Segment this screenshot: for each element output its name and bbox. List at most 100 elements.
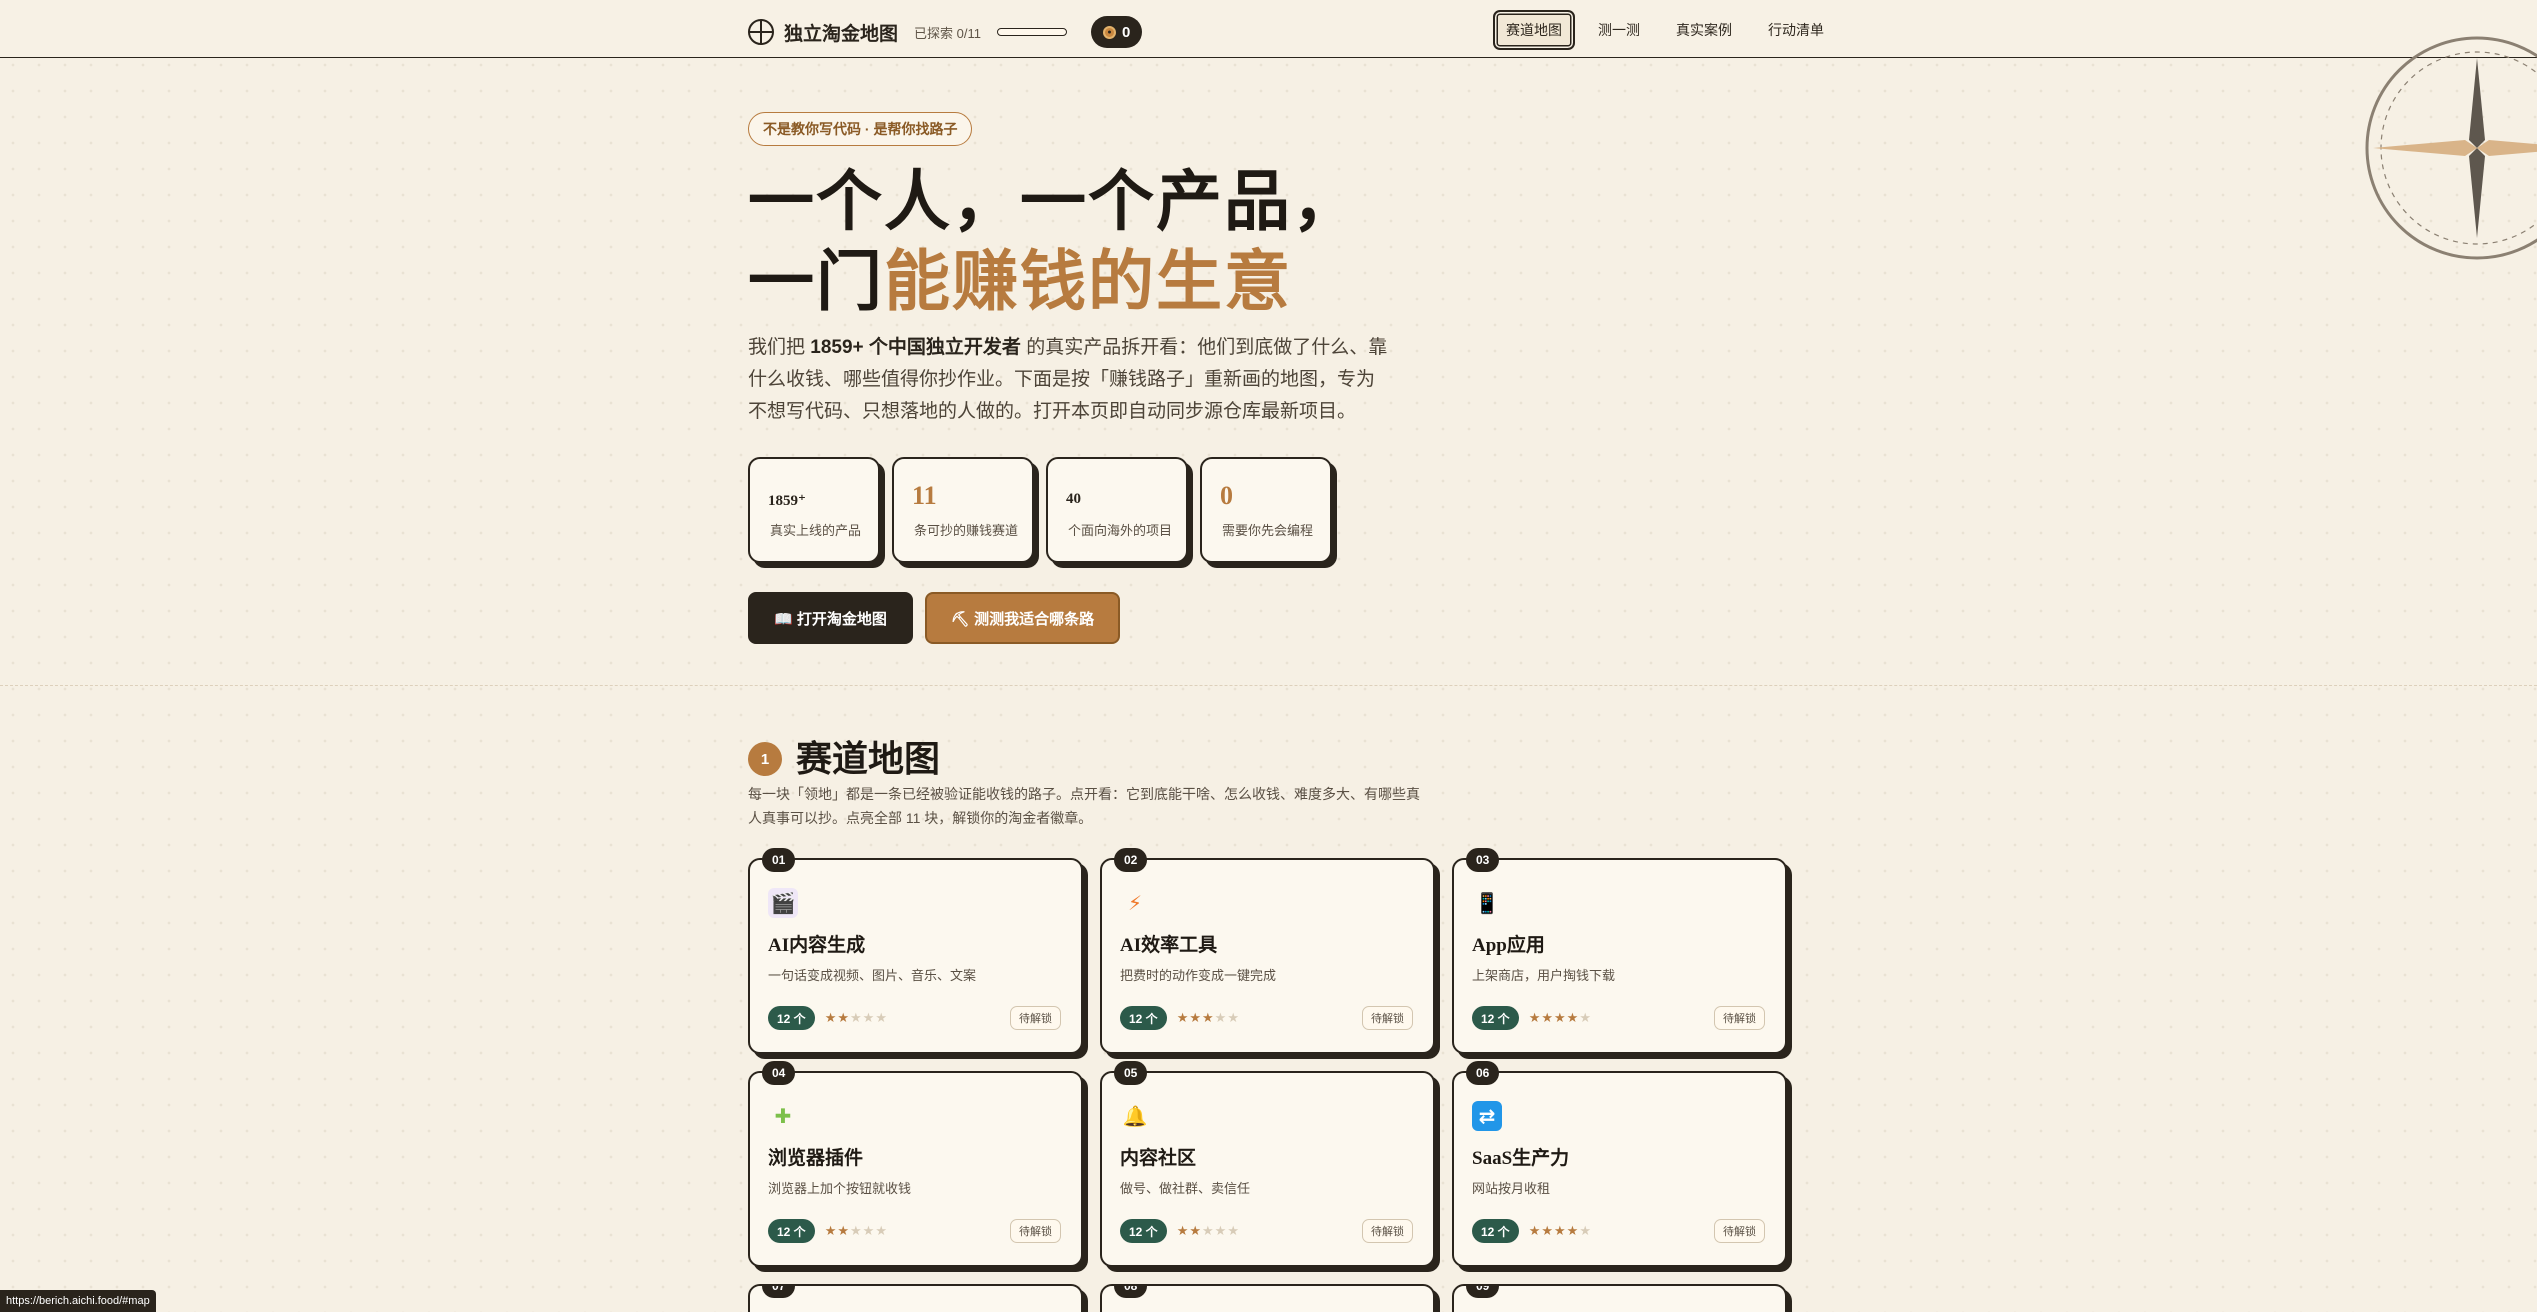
track-card[interactable]: 03 📱 App应用 上架商店，用户掏钱下载 12 个 ★★★★★ 待解锁 [1452, 848, 1787, 1054]
card-subtitle: 网站按月收租 [1472, 1181, 1551, 1196]
hero-actions: 📖 打开淘金地图 ⛏ 测测我适合哪条路 [748, 592, 1121, 644]
take-quiz-button[interactable]: ⛏ 测测我适合哪条路 [924, 592, 1121, 644]
card-footer: 12 个 ★★★★★ 待解锁 [1120, 1219, 1413, 1243]
locked-status-badge: 待解锁 [1010, 1219, 1061, 1243]
brand[interactable]: 独立淘金地图 已探索 0/11 ● 0 [748, 16, 1143, 48]
card-subtitle: 把费时的动作变成一键完成 [1120, 968, 1277, 983]
stat-value: 11 [912, 481, 937, 510]
track-card[interactable]: 07 [748, 1284, 1083, 1312]
hero-title: 一个人，一个产品， 一门能赚钱的生意 [748, 163, 1360, 323]
hero-title-line2: 一门能赚钱的生意 [748, 243, 1360, 323]
main-nav: 赛道地图 测一测 真实案例 行动清单 [1493, 10, 1837, 50]
locked-status-badge: 待解锁 [1714, 1219, 1765, 1243]
card-footer: 12 个 ★★★★★ 待解锁 [768, 1006, 1061, 1030]
card-subtitle: 浏览器上加个按钮就收钱 [768, 1181, 912, 1196]
difficulty-stars: ★★★★★ [824, 1010, 888, 1025]
track-card[interactable]: 04 ✚ 浏览器插件浏览器上加个按钮就收钱 12 个 ★★★★★ 待解锁 [748, 1061, 1083, 1267]
explored-counter: 已探索 0/11 [914, 25, 981, 41]
card-number-badge: 02 [1114, 848, 1148, 872]
open-map-button[interactable]: 📖 打开淘金地图 [748, 592, 913, 644]
difficulty-stars: ★★★★★ [1528, 1010, 1592, 1025]
track-card[interactable]: 09 [1452, 1284, 1787, 1312]
phone-icon: 📱 [1474, 892, 1500, 915]
stat-label: 条可抄的赚钱赛道 [914, 523, 1019, 538]
project-count-badge: 12 个 [768, 1219, 815, 1243]
card-footer: 12 个 ★★★★★ 待解锁 [1472, 1006, 1765, 1030]
card-title: 内容社区 [1120, 1148, 1197, 1169]
nav-track-map[interactable]: 赛道地图 [1493, 10, 1575, 50]
stat-label: 真实上线的产品 [770, 523, 862, 538]
stat-value: 0 [1220, 481, 1233, 510]
link-status-bar: https://berich.aichi.food/#map [0, 1290, 156, 1312]
locked-status-badge: 待解锁 [1714, 1006, 1765, 1030]
card-number-badge: 03 [1466, 848, 1500, 872]
stat-card-products: 1859⁺ 真实上线的产品 [748, 457, 880, 563]
section-number-badge: 1 [748, 742, 782, 776]
nav-cases[interactable]: 真实案例 [1663, 10, 1745, 50]
track-card[interactable]: 08 [1100, 1284, 1435, 1312]
hero-title-line1: 一个人，一个产品， [748, 166, 1360, 239]
card-subtitle: 上架商店，用户掏钱下载 [1472, 968, 1616, 983]
card-number-badge: 04 [762, 1061, 796, 1085]
stat-card-overseas: 40 个面向海外的项目 [1046, 457, 1188, 563]
difficulty-stars: ★★★★★ [1176, 1223, 1240, 1238]
hero-tagline: 不是教你写代码 · 是帮你找路子 [748, 112, 973, 146]
explore-progress-bar [996, 28, 1067, 36]
bell-icon: 🔔 [1122, 1105, 1148, 1128]
coin-icon: ● [1102, 25, 1116, 39]
hero-title-plain: 一门 [748, 246, 884, 319]
difficulty-stars: ★★★★★ [1176, 1010, 1240, 1025]
stat-card-coding: 0 需要你先会编程 [1200, 457, 1332, 563]
track-card[interactable]: 06 ⇄ SaaS生产力 网站按月收租 12 个 ★★★★★ 待解锁 [1452, 1061, 1787, 1267]
card-footer: 12 个 ★★★★★ 待解锁 [1472, 1219, 1765, 1243]
compass-logo-icon [748, 19, 774, 45]
card-subtitle: 做号、做社群、卖信任 [1120, 1181, 1251, 1196]
track-card[interactable]: 02 ⚡ AI效率工具把费时的动作变成一键完成 12 个 ★★★★★ 待解锁 [1100, 848, 1435, 1054]
difficulty-stars: ★★★★★ [824, 1223, 888, 1238]
lead-text-pre: 我们把 [748, 337, 811, 358]
stat-label: 需要你先会编程 [1222, 523, 1314, 538]
puzzle-icon: ✚ [774, 1105, 792, 1128]
card-number-badge: 07 [762, 1286, 796, 1298]
card-subtitle: 一句话变成视频、图片、音乐、文案 [768, 968, 977, 983]
compass-rose-icon [2365, 36, 2537, 260]
nav-quiz[interactable]: 测一测 [1585, 10, 1653, 50]
section-divider [0, 685, 2537, 686]
top-navbar: 独立淘金地图 已探索 0/11 ● 0 赛道地图 测一测 真实案例 行动清单 [0, 0, 2537, 58]
card-footer: 12 个 ★★★★★ 待解锁 [1120, 1006, 1413, 1030]
nav-action-list[interactable]: 行动清单 [1755, 10, 1837, 50]
track-card-grid: 01 🎬 AI内容生成 一句话变成视频、图片、音乐、文案 12 个 ★★★★★ 待解锁 02 ⚡… [748, 848, 1788, 1312]
card-number-badge: 06 [1466, 1061, 1500, 1085]
section-description: 每一块「领地」都是一条已经被验证能收钱的路子。点开看：它到底能干啥、怎么收钱、难… [748, 786, 1420, 826]
hero-lead: 我们把 1859+ 个中国独立开发者 的真实产品拆开看：他们到底做了什么、靠什么… [748, 332, 1388, 428]
locked-status-badge: 待解锁 [1010, 1006, 1061, 1030]
stat-value: 1859⁺ [768, 493, 806, 509]
card-number-badge: 01 [762, 848, 796, 872]
lightning-icon: ⚡ [1127, 892, 1143, 915]
stat-card-tracks: 11 条可抄的赚钱赛道 [892, 457, 1034, 563]
card-title: App应用 [1472, 935, 1545, 956]
clapper-icon: 🎬 [768, 888, 798, 918]
brand-name: 独立淘金地图 [784, 23, 899, 45]
card-footer: 12 个 ★★★★★ 待解锁 [768, 1219, 1061, 1243]
hero-title-accent: 能赚钱的生意 [884, 246, 1292, 319]
project-count-badge: 12 个 [1472, 1219, 1519, 1243]
section-header: 1 赛道地图 [748, 730, 940, 782]
locked-status-badge: 待解锁 [1362, 1219, 1413, 1243]
card-number-badge: 08 [1114, 1286, 1148, 1298]
track-card[interactable]: 05 🔔 内容社区 做号、做社群、卖信任 12 个 ★★★★★ 待解锁 [1100, 1061, 1435, 1267]
card-title: 浏览器插件 [768, 1148, 864, 1169]
project-count-badge: 12 个 [768, 1006, 815, 1030]
stat-label: 个面向海外的项目 [1068, 523, 1173, 538]
locked-status-badge: 待解锁 [1362, 1006, 1413, 1030]
project-count-badge: 12 个 [1120, 1006, 1167, 1030]
coin-counter[interactable]: ● 0 [1090, 16, 1143, 48]
card-title: AI效率工具 [1120, 935, 1218, 956]
coin-count: 0 [1121, 23, 1131, 41]
repeat-icon: ⇄ [1472, 1101, 1502, 1131]
card-title: AI内容生成 [768, 935, 866, 956]
stat-value: 40 [1066, 491, 1081, 507]
section-title: 赛道地图 [796, 739, 941, 779]
track-card[interactable]: 01 🎬 AI内容生成一句话变成视频、图片、音乐、文案 12 个 ★★★★★ 待解锁 [748, 848, 1083, 1054]
project-count-badge: 12 个 [1120, 1219, 1167, 1243]
